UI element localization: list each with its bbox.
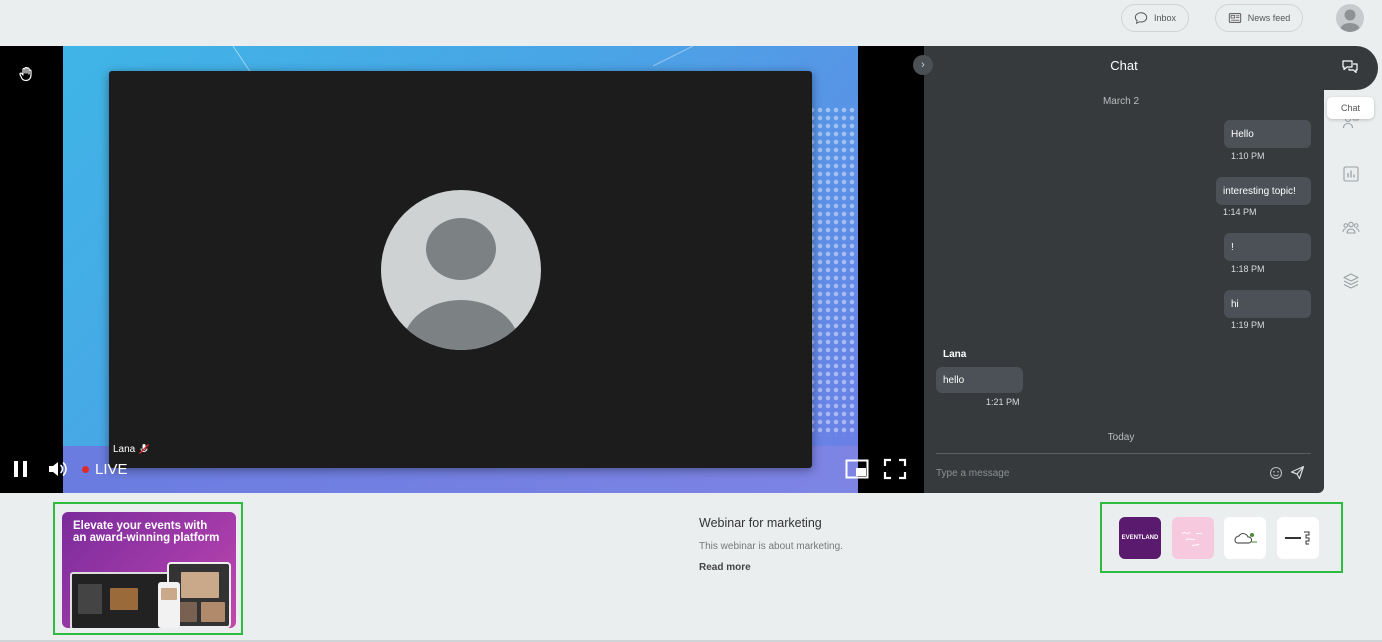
- chat-message: Hello: [1224, 120, 1311, 148]
- sponsor-name: EVENTLAND: [1121, 535, 1159, 541]
- top-bar: Inbox News feed: [0, 0, 1382, 46]
- message-time: 1:18 PM: [1231, 264, 1265, 274]
- live-label: LIVE: [95, 460, 128, 478]
- news-feed-label: News feed: [1247, 13, 1291, 23]
- sponsor-script-logo-icon: [1181, 531, 1203, 547]
- sponsor-logo[interactable]: [1172, 517, 1214, 559]
- newspaper-icon: [1228, 13, 1241, 23]
- volume-icon[interactable]: [46, 458, 68, 480]
- chat-panel: Chat March 2 Hello 1:10 PM interesting t…: [924, 46, 1324, 493]
- message-time: 1:14 PM: [1223, 207, 1257, 217]
- collapse-chat-button[interactable]: ›: [913, 55, 933, 75]
- chat-icon: [1342, 60, 1358, 74]
- sponsor-logo[interactable]: [1277, 517, 1319, 559]
- rail-tab-chat[interactable]: [1318, 46, 1378, 90]
- news-feed-button[interactable]: News feed: [1215, 4, 1303, 32]
- send-icon[interactable]: [1290, 465, 1305, 480]
- sponsor-dark-logo-icon: [1285, 531, 1310, 545]
- date-separator: March 2: [1102, 96, 1140, 107]
- avatar-body: [403, 300, 519, 350]
- pause-icon[interactable]: [10, 458, 32, 480]
- inbox-label: Inbox: [1153, 13, 1177, 23]
- attendees-icon[interactable]: [1342, 219, 1360, 237]
- sponsor-logo[interactable]: EVENTLAND: [1119, 517, 1161, 559]
- sponsor-logo[interactable]: [1224, 517, 1266, 559]
- speech-bubble-icon: [1134, 12, 1148, 25]
- speaker-name: Lana: [113, 443, 136, 455]
- poll-chart-icon[interactable]: [1342, 165, 1360, 183]
- chevron-right-icon: ›: [921, 59, 925, 71]
- message-time: 1:10 PM: [1231, 151, 1265, 161]
- view-controls: [845, 458, 907, 480]
- message-time: 1:21 PM: [986, 397, 1020, 407]
- layers-icon[interactable]: [1342, 272, 1360, 290]
- chat-message: interesting topic!: [1216, 177, 1311, 205]
- promo-banner-frame: Elevate your events with an award-winnin…: [53, 502, 243, 635]
- mic-muted-icon: [139, 444, 150, 454]
- raise-hand-icon[interactable]: [18, 66, 34, 82]
- fullscreen-icon[interactable]: [883, 458, 907, 480]
- promo-banner[interactable]: Elevate your events with an award-winnin…: [62, 512, 236, 628]
- chat-message: hi: [1224, 290, 1311, 318]
- event-description: This webinar is about marketing.: [699, 541, 843, 552]
- picture-in-picture-icon[interactable]: [845, 458, 869, 480]
- inbox-button[interactable]: Inbox: [1121, 4, 1189, 32]
- speaker-avatar: [381, 190, 541, 350]
- sponsors-frame: EVENTLAND: [1100, 502, 1343, 573]
- date-separator: Today: [1107, 432, 1135, 443]
- avatar-head: [426, 218, 496, 280]
- live-indicator: LIVE: [82, 461, 128, 478]
- live-dot: [82, 465, 89, 473]
- speaker-name-tag: Lana: [113, 443, 150, 455]
- banner-phone-image: [158, 582, 180, 628]
- chat-tooltip: Chat: [1327, 97, 1374, 119]
- read-more-link[interactable]: Read more: [699, 562, 751, 573]
- sponsor-green-logo-icon: [1234, 533, 1257, 544]
- message-sender: Lana: [943, 349, 967, 360]
- chat-message: !: [1224, 233, 1311, 261]
- event-title: Webinar for marketing: [699, 516, 822, 530]
- user-silhouette-icon: [1340, 9, 1360, 32]
- chat-title: Chat: [1110, 58, 1138, 73]
- user-avatar[interactable]: [1336, 4, 1364, 32]
- message-time: 1:19 PM: [1231, 320, 1265, 330]
- dot-pattern: [808, 106, 858, 436]
- chat-message: hello: [936, 367, 1023, 393]
- playback-controls: LIVE: [10, 458, 128, 480]
- emoji-icon[interactable]: [1269, 466, 1283, 480]
- message-input[interactable]: [936, 462, 1256, 484]
- chat-divider: [936, 453, 1311, 454]
- speaker-video-tile[interactable]: Lana: [109, 71, 812, 468]
- promo-banner-text: Elevate your events with an award-winnin…: [73, 520, 220, 544]
- video-stage: Lana LIVE: [0, 46, 924, 493]
